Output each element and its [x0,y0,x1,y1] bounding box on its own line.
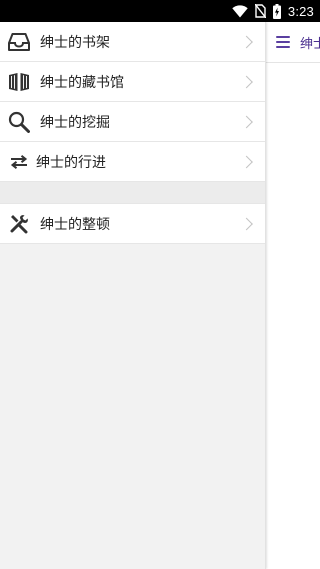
drawer-item-label: 绅士的藏书馆 [40,74,124,91]
drawer-item-tidy[interactable]: 绅士的整顿 [0,204,265,244]
chevron-right-icon [240,217,253,230]
drawer-item-search[interactable]: 绅士的挖掘 [0,102,265,142]
status-icons: 3:23 [232,0,314,22]
app-screen: 3:23 绅士 绅士的书架 [0,0,320,569]
drawer-item-label: 绅士的挖掘 [40,114,110,131]
drawer-item-label: 绅士的书架 [40,34,110,51]
status-bar: 3:23 [0,0,320,22]
battery-charging-icon [272,3,281,19]
menu-icon[interactable] [276,36,290,48]
swap-arrows-icon [8,151,30,173]
main-content: 绅士 [266,22,320,569]
chevron-right-icon [240,35,253,48]
navigation-drawer: 绅士的书架 绅士的藏书馆 绅士的挖掘 绅士的行进 绅士的整顿 [0,22,266,569]
drawer-item-progress[interactable]: 绅士的行进 [0,142,265,182]
wifi-icon [232,4,248,18]
drawer-item-label: 绅士的整顿 [40,216,110,233]
main-title: 绅士 [300,36,320,52]
no-sim-icon [254,4,266,18]
drawer-item-library[interactable]: 绅士的藏书馆 [0,62,265,102]
tools-icon [8,213,30,235]
status-time: 3:23 [287,3,314,19]
search-icon [8,111,30,133]
chevron-right-icon [240,75,253,88]
chevron-right-icon [240,115,253,128]
books-icon [8,71,30,93]
main-toolbar: 绅士 [266,22,320,63]
menu-group-divider [0,182,265,204]
drawer-item-bookshelf[interactable]: 绅士的书架 [0,22,265,62]
drawer-item-label: 绅士的行进 [36,154,106,171]
chevron-right-icon [240,155,253,168]
inbox-tray-icon [8,31,30,53]
